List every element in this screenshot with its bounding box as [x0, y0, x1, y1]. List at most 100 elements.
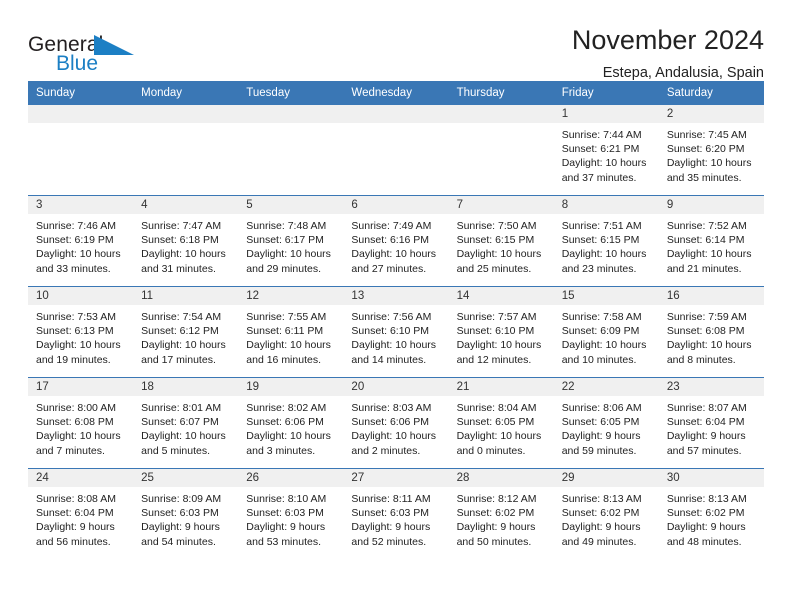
calendar-day-cell[interactable]: 3 Sunrise: 7:46 AM Sunset: 6:19 PM Daylight… — [28, 195, 134, 287]
day-number: 26 — [238, 469, 344, 487]
calendar-day-cell[interactable]: 16 Sunrise: 7:59 AM Sunset: 6:08 PM Dayligh… — [658, 286, 764, 378]
day-details: Sunrise: 7:49 AM Sunset: 6:16 PM Daylight:… — [343, 214, 448, 276]
day-number: 27 — [343, 469, 449, 487]
sunrise-text: Sunrise: 7:45 AM — [666, 129, 747, 141]
day-details: Sunrise: 7:57 AM Sunset: 6:10 PM Daylight:… — [449, 305, 554, 367]
sunset-text: Sunset: 6:13 PM — [36, 325, 114, 338]
day-details: Sunrise: 8:00 AM Sunset: 6:08 PM Daylight:… — [28, 396, 133, 458]
calendar-day-cell[interactable]: 21 Sunrise: 8:04 AM Sunset: 6:05 PM Dayligh… — [448, 377, 554, 469]
calendar-day-cell[interactable]: 15 Sunrise: 7:58 AM Sunset: 6:09 PM Dayligh… — [553, 286, 659, 378]
calendar-day-cell[interactable]: 24 Sunrise: 8:08 AM Sunset: 6:04 PM Dayligh… — [28, 468, 134, 559]
calendar-day-cell[interactable]: 25 Sunrise: 8:09 AM Sunset: 6:03 PM Dayligh… — [133, 468, 239, 559]
calendar-body: 1 Sunrise: 7:44 AM Sunset: 6:21 PM Daylight… — [28, 105, 764, 559]
day-number: 29 — [553, 469, 659, 487]
day-number — [28, 105, 134, 123]
calendar-day-cell[interactable]: 20 Sunrise: 8:03 AM Sunset: 6:06 PM Dayligh… — [343, 377, 449, 469]
calendar-day-cell-empty — [343, 105, 449, 196]
daylight-text: Daylight: 10 hours and 37 minutes. — [561, 157, 647, 184]
daylight-text: Daylight: 9 hours and 50 minutes. — [456, 521, 536, 548]
day-details: Sunrise: 7:45 AM Sunset: 6:20 PM Daylight:… — [659, 123, 764, 185]
sunset-text: Sunset: 6:15 PM — [561, 234, 640, 247]
calendar-day-cell[interactable]: 13 Sunrise: 7:56 AM Sunset: 6:10 PM Dayligh… — [343, 286, 449, 378]
daylight-text: Daylight: 9 hours and 57 minutes. — [666, 430, 746, 457]
day-number: 8 — [553, 196, 659, 214]
sunset-text: Sunset: 6:06 PM — [246, 416, 324, 429]
title-block: November 2024 Estepa, Andalusia, Spain — [571, 25, 764, 82]
daylight-text: Daylight: 10 hours and 2 minutes. — [351, 430, 437, 457]
day-details: Sunrise: 7:50 AM Sunset: 6:15 PM Daylight:… — [449, 214, 554, 276]
calendar-day-cell[interactable]: 14 Sunrise: 7:57 AM Sunset: 6:10 PM Dayligh… — [448, 286, 554, 378]
daylight-text: Daylight: 10 hours and 21 minutes. — [666, 248, 752, 275]
calendar-day-cell[interactable]: 2 Sunrise: 7:45 AM Sunset: 6:20 PM Daylight… — [658, 105, 764, 196]
day-number: 22 — [553, 378, 659, 396]
day-details: Sunrise: 8:06 AM Sunset: 6:05 PM Daylight:… — [554, 396, 659, 458]
day-details: Sunrise: 7:44 AM Sunset: 6:21 PM Daylight:… — [554, 123, 659, 185]
calendar-day-cell[interactable]: 4 Sunrise: 7:47 AM Sunset: 6:18 PM Daylight… — [133, 195, 239, 287]
daylight-text: Daylight: 10 hours and 23 minutes. — [561, 248, 647, 275]
day-number: 3 — [28, 196, 134, 214]
calendar-day-cell-empty — [238, 105, 344, 196]
sunrise-text: Sunrise: 8:09 AM — [141, 493, 222, 505]
sunset-text: Sunset: 6:08 PM — [666, 325, 745, 338]
brand-logo[interactable]: General Blue — [28, 26, 148, 80]
sunrise-text: Sunrise: 7:56 AM — [351, 311, 432, 323]
sunrise-text: Sunrise: 7:49 AM — [351, 220, 432, 232]
page-title: November 2024 — [571, 25, 764, 55]
sunrise-sunset-calendar: Sunday Monday Tuesday Wednesday Thursday… — [28, 81, 764, 559]
calendar-day-cell[interactable]: 10 Sunrise: 7:53 AM Sunset: 6:13 PM Dayligh… — [28, 286, 134, 378]
daylight-text: Daylight: 10 hours and 10 minutes. — [561, 339, 647, 366]
calendar-day-cell[interactable]: 5 Sunrise: 7:48 AM Sunset: 6:17 PM Daylight… — [238, 195, 344, 287]
day-details: Sunrise: 8:03 AM Sunset: 6:06 PM Daylight:… — [343, 396, 448, 458]
calendar-day-cell[interactable]: 28 Sunrise: 8:12 AM Sunset: 6:02 PM Dayligh… — [448, 468, 554, 559]
calendar-day-cell[interactable]: 11 Sunrise: 7:54 AM Sunset: 6:12 PM Dayligh… — [133, 286, 239, 378]
sunset-text: Sunset: 6:05 PM — [456, 416, 535, 429]
weekday-header-monday: Monday — [133, 81, 239, 105]
day-details: Sunrise: 7:54 AM Sunset: 6:12 PM Daylight:… — [133, 305, 238, 367]
daylight-text: Daylight: 10 hours and 7 minutes. — [36, 430, 121, 457]
calendar-day-cell[interactable]: 22 Sunrise: 8:06 AM Sunset: 6:05 PM Dayligh… — [553, 377, 659, 469]
sunset-text: Sunset: 6:20 PM — [666, 143, 745, 156]
sunrise-text: Sunrise: 7:44 AM — [561, 129, 642, 141]
calendar-day-cell[interactable]: 29 Sunrise: 8:13 AM Sunset: 6:02 PM Dayligh… — [553, 468, 659, 559]
sunset-text: Sunset: 6:14 PM — [666, 234, 745, 247]
sunrise-text: Sunrise: 8:06 AM — [561, 402, 642, 414]
sunset-text: Sunset: 6:03 PM — [141, 507, 219, 520]
daylight-text: Daylight: 10 hours and 29 minutes. — [246, 248, 331, 275]
calendar-day-cell[interactable]: 1 Sunrise: 7:44 AM Sunset: 6:21 PM Daylight… — [553, 105, 659, 196]
calendar-day-cell[interactable]: 6 Sunrise: 7:49 AM Sunset: 6:16 PM Daylight… — [343, 195, 449, 287]
calendar-day-cell[interactable]: 8 Sunrise: 7:51 AM Sunset: 6:15 PM Daylight… — [553, 195, 659, 287]
daylight-text: Daylight: 10 hours and 5 minutes. — [141, 430, 226, 457]
weekday-header-sunday: Sunday — [28, 81, 134, 105]
sunset-text: Sunset: 6:09 PM — [561, 325, 640, 338]
sunset-text: Sunset: 6:05 PM — [561, 416, 640, 429]
sunset-text: Sunset: 6:17 PM — [246, 234, 324, 247]
day-details: Sunrise: 7:47 AM Sunset: 6:18 PM Daylight:… — [133, 214, 238, 276]
day-number: 30 — [658, 469, 764, 487]
daylight-text: Daylight: 9 hours and 53 minutes. — [246, 521, 326, 548]
sunrise-text: Sunrise: 7:59 AM — [666, 311, 747, 323]
day-number: 16 — [658, 287, 764, 305]
sunrise-text: Sunrise: 8:11 AM — [351, 493, 431, 505]
day-number: 20 — [343, 378, 449, 396]
sunrise-text: Sunrise: 7:47 AM — [141, 220, 222, 232]
calendar-day-cell[interactable]: 19 Sunrise: 8:02 AM Sunset: 6:06 PM Dayligh… — [238, 377, 344, 469]
sunset-text: Sunset: 6:06 PM — [351, 416, 430, 429]
day-details: Sunrise: 7:59 AM Sunset: 6:08 PM Daylight:… — [659, 305, 764, 367]
sunrise-text: Sunrise: 8:03 AM — [351, 402, 432, 414]
calendar-day-cell[interactable]: 9 Sunrise: 7:52 AM Sunset: 6:14 PM Daylight… — [658, 195, 764, 287]
calendar-day-cell[interactable]: 26 Sunrise: 8:10 AM Sunset: 6:03 PM Dayligh… — [238, 468, 344, 559]
daylight-text: Daylight: 10 hours and 35 minutes. — [666, 157, 752, 184]
calendar-day-cell[interactable]: 7 Sunrise: 7:50 AM Sunset: 6:15 PM Daylight… — [448, 195, 554, 287]
calendar-day-cell[interactable]: 18 Sunrise: 8:01 AM Sunset: 6:07 PM Dayligh… — [133, 377, 239, 469]
calendar-day-cell[interactable]: 23 Sunrise: 8:07 AM Sunset: 6:04 PM Dayligh… — [658, 377, 764, 469]
day-number: 19 — [238, 378, 344, 396]
calendar-day-cell[interactable]: 12 Sunrise: 7:55 AM Sunset: 6:11 PM Dayligh… — [238, 286, 344, 378]
daylight-text: Daylight: 10 hours and 12 minutes. — [456, 339, 542, 366]
calendar-day-cell[interactable]: 30 Sunrise: 8:13 AM Sunset: 6:02 PM Dayligh… — [658, 468, 764, 559]
sunset-text: Sunset: 6:02 PM — [456, 507, 535, 520]
calendar-day-cell[interactable]: 17 Sunrise: 8:00 AM Sunset: 6:08 PM Dayligh… — [28, 377, 134, 469]
day-details: Sunrise: 7:46 AM Sunset: 6:19 PM Daylight:… — [28, 214, 133, 276]
sunset-text: Sunset: 6:07 PM — [141, 416, 219, 429]
daylight-text: Daylight: 9 hours and 49 minutes. — [561, 521, 641, 548]
calendar-day-cell[interactable]: 27 Sunrise: 8:11 AM Sunset: 6:03 PM Dayligh… — [343, 468, 449, 559]
